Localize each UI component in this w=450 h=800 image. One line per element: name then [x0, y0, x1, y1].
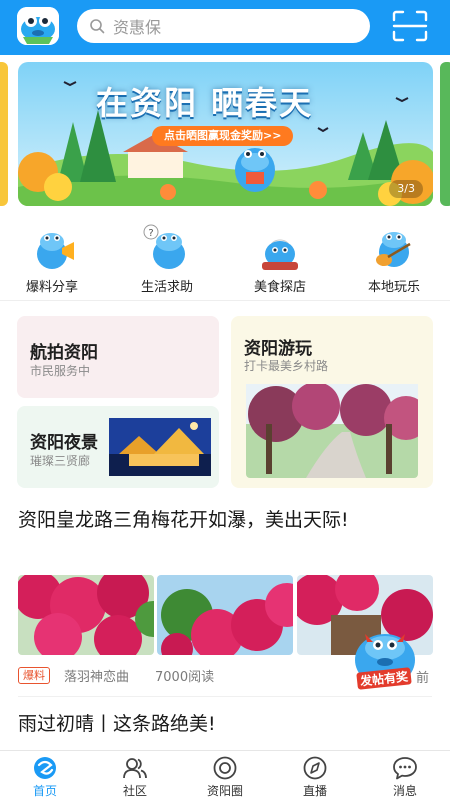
- hippo-guitar-icon: [376, 232, 411, 267]
- message-icon: [393, 757, 417, 780]
- circle-icon: [213, 756, 237, 780]
- article-author[interactable]: 落羽神恋曲: [64, 666, 129, 685]
- tab-label: 直播: [302, 784, 327, 798]
- tour-photo: [246, 384, 418, 478]
- card-title: 资阳夜景: [30, 433, 98, 453]
- card-night[interactable]: 资阳夜景 璀璨三贤廊: [17, 406, 219, 488]
- banner-next-slide[interactable]: [440, 62, 450, 206]
- quick-entry-fun[interactable]: 本地玩乐: [349, 222, 439, 295]
- quick-entry-label: 本地玩乐: [367, 280, 420, 295]
- article-title[interactable]: 雨过初晴丨这条路绝美!: [18, 709, 432, 740]
- scan-icon[interactable]: [392, 10, 428, 42]
- search-placeholder: 资惠保: [113, 18, 162, 37]
- svg-text:?: ?: [148, 228, 153, 239]
- tab-community[interactable]: 社区: [90, 755, 180, 799]
- tab-circle[interactable]: 资阳圈: [180, 755, 270, 799]
- search-icon: [90, 19, 105, 34]
- hippo-chef-icon: [262, 239, 298, 270]
- quick-entry-share[interactable]: 爆料分享: [7, 222, 97, 295]
- home-icon: [34, 757, 56, 779]
- night-photo: [109, 418, 211, 476]
- article-divider: [18, 696, 432, 697]
- card-subtitle: 市民服务中: [30, 364, 91, 378]
- quick-entries: 爆料分享 ? 生活求助 美食探店 本地玩乐: [0, 222, 450, 300]
- top-header: 资惠保: [0, 0, 450, 55]
- hippo-question-icon: ?: [143, 224, 185, 269]
- article-image[interactable]: [18, 575, 154, 655]
- hippo-logo-icon[interactable]: [17, 7, 59, 45]
- search-box[interactable]: 资惠保: [77, 9, 370, 43]
- banner-title: 在资阳 晒春天: [96, 84, 314, 122]
- card-tour[interactable]: 资阳游玩 打卡最美乡村路: [231, 316, 433, 488]
- tab-label: 首页: [32, 784, 57, 798]
- tab-label: 资阳圈: [206, 784, 243, 798]
- banner-counter: 3/3: [389, 180, 423, 198]
- tab-message[interactable]: 消息: [360, 755, 450, 799]
- article-views: 7000阅读: [155, 669, 215, 685]
- quick-entry-help[interactable]: ? 生活求助: [122, 222, 212, 295]
- quick-entry-label: 爆料分享: [25, 280, 78, 295]
- card-aerial[interactable]: 航拍资阳 市民服务中: [17, 316, 219, 398]
- quick-entry-label: 生活求助: [140, 280, 193, 295]
- tab-label: 社区: [122, 784, 147, 798]
- banner-cta[interactable]: 点击晒图赢现金奖励>>: [152, 126, 294, 146]
- card-title: 航拍资阳: [30, 343, 98, 363]
- tab-home[interactable]: 首页: [0, 755, 90, 799]
- article-image[interactable]: [157, 575, 293, 655]
- live-icon: [303, 756, 327, 780]
- promo-banner[interactable]: 在资阳 晒春天 点击晒图赢现金奖励>> 3/3: [18, 62, 433, 206]
- article-title[interactable]: 资阳皇龙路三角梅花开如瀑，美出天际!: [18, 505, 432, 536]
- card-subtitle: 打卡最美乡村路: [244, 359, 329, 373]
- quick-entry-label: 美食探店: [253, 280, 306, 295]
- banner-prev-slide[interactable]: [0, 62, 8, 206]
- card-title: 资阳游玩: [244, 339, 312, 359]
- card-subtitle: 璀璨三贤廊: [30, 454, 91, 468]
- quick-entry-food[interactable]: 美食探店: [235, 222, 325, 295]
- article-tag[interactable]: 爆料: [18, 666, 50, 684]
- tab-live[interactable]: 直播: [270, 755, 360, 799]
- section-divider: [0, 300, 450, 301]
- bottom-tab-bar: 首页 社区 资阳圈 直播 消息: [0, 750, 450, 800]
- hippo-megaphone-icon: [37, 233, 74, 269]
- tab-label: 消息: [392, 784, 417, 798]
- community-icon: [123, 758, 147, 779]
- article-meta: 爆料 落羽神恋曲 7000阅读: [18, 665, 214, 685]
